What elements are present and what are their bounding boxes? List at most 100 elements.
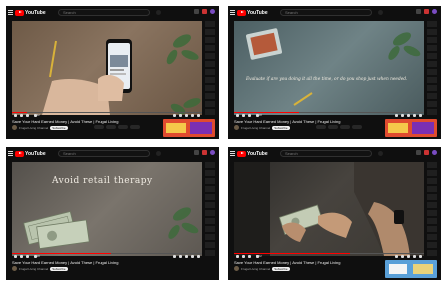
avatar[interactable]	[210, 9, 215, 14]
miniplayer-icon[interactable]	[191, 255, 194, 258]
top-bar: YouTube Search	[228, 147, 441, 160]
notifications-icon[interactable]	[424, 150, 429, 155]
ad-banner[interactable]	[385, 119, 437, 137]
next-icon[interactable]	[242, 255, 245, 258]
settings-icon[interactable]	[185, 114, 188, 117]
volume-icon[interactable]	[248, 255, 251, 258]
search-input[interactable]: Search	[280, 9, 372, 16]
video-player[interactable]: Evaluate if are you doing it all the tim…	[234, 21, 424, 115]
fullscreen-icon[interactable]	[197, 255, 200, 258]
channel-avatar[interactable]	[12, 266, 17, 271]
autoplay-toggle[interactable]	[173, 255, 176, 258]
create-icon[interactable]	[194, 9, 199, 14]
autoplay-toggle[interactable]	[173, 114, 176, 117]
channel-name[interactable]: Frugal Living Channel	[19, 267, 48, 271]
captions-icon[interactable]	[401, 255, 404, 258]
youtube-logo[interactable]: YouTube	[15, 150, 46, 157]
settings-icon[interactable]	[185, 255, 188, 258]
progress-bar[interactable]	[12, 112, 202, 113]
avatar[interactable]	[432, 150, 437, 155]
next-icon[interactable]	[20, 114, 23, 117]
mic-icon[interactable]	[156, 151, 161, 156]
ad-banner[interactable]	[385, 260, 437, 278]
fullscreen-icon[interactable]	[419, 114, 422, 117]
channel-name[interactable]: Frugal Living Channel	[19, 126, 48, 130]
volume-icon[interactable]	[26, 255, 29, 258]
menu-icon[interactable]	[230, 151, 235, 156]
notifications-icon[interactable]	[202, 9, 207, 14]
autoplay-toggle[interactable]	[395, 255, 398, 258]
miniplayer-icon[interactable]	[413, 255, 416, 258]
search-input[interactable]: Search	[58, 9, 150, 16]
subscribe-button[interactable]: Subscribe	[272, 266, 290, 271]
play-icon[interactable]	[236, 255, 239, 258]
share-button[interactable]	[328, 125, 338, 129]
settings-icon[interactable]	[407, 114, 410, 117]
volume-icon[interactable]	[248, 114, 251, 117]
autoplay-toggle[interactable]	[395, 114, 398, 117]
video-title: Save Your Hard Earned Money | Avoid Thes…	[12, 119, 119, 124]
video-frame	[42, 34, 201, 115]
fullscreen-icon[interactable]	[197, 114, 200, 117]
youtube-logo[interactable]: YouTube	[237, 150, 268, 157]
progress-bar[interactable]	[234, 112, 424, 113]
video-player[interactable]	[12, 21, 202, 115]
menu-icon[interactable]	[8, 10, 13, 15]
subscribe-button[interactable]: Subscribe	[50, 125, 68, 130]
settings-icon[interactable]	[407, 255, 410, 258]
side-rail	[205, 162, 215, 256]
progress-bar[interactable]	[12, 253, 202, 254]
create-icon[interactable]	[416, 150, 421, 155]
captions-icon[interactable]	[179, 255, 182, 258]
channel-avatar[interactable]	[12, 125, 17, 130]
next-icon[interactable]	[242, 114, 245, 117]
progress-bar[interactable]	[234, 253, 424, 254]
miniplayer-icon[interactable]	[191, 114, 194, 117]
youtube-logo[interactable]: YouTube	[237, 9, 268, 16]
video-frame	[234, 162, 424, 256]
more-button[interactable]	[130, 125, 140, 129]
like-button[interactable]	[316, 125, 326, 129]
share-button[interactable]	[106, 125, 116, 129]
avatar[interactable]	[432, 9, 437, 14]
notifications-icon[interactable]	[424, 9, 429, 14]
mic-icon[interactable]	[378, 151, 383, 156]
channel-name[interactable]: Frugal Living Channel	[241, 126, 270, 130]
youtube-logo[interactable]: YouTube	[15, 9, 46, 16]
menu-icon[interactable]	[230, 10, 235, 15]
create-icon[interactable]	[416, 9, 421, 14]
channel-name[interactable]: Frugal Living Channel	[241, 267, 270, 271]
subscribe-button[interactable]: Subscribe	[272, 125, 290, 130]
captions-icon[interactable]	[179, 114, 182, 117]
player-controls: 0:42	[12, 112, 202, 117]
search-input[interactable]: Search	[280, 150, 372, 157]
subscribe-button[interactable]: Subscribe	[50, 266, 68, 271]
more-button[interactable]	[352, 125, 362, 129]
volume-icon[interactable]	[26, 114, 29, 117]
avatar[interactable]	[210, 150, 215, 155]
save-button[interactable]	[340, 125, 350, 129]
channel-avatar[interactable]	[234, 266, 239, 271]
video-player[interactable]	[234, 162, 424, 256]
create-icon[interactable]	[194, 150, 199, 155]
miniplayer-icon[interactable]	[413, 114, 416, 117]
notifications-icon[interactable]	[202, 150, 207, 155]
side-rail	[427, 21, 437, 115]
captions-icon[interactable]	[401, 114, 404, 117]
save-button[interactable]	[118, 125, 128, 129]
channel-avatar[interactable]	[234, 125, 239, 130]
like-button[interactable]	[94, 125, 104, 129]
video-player[interactable]: Avoid retail therapy	[12, 162, 202, 256]
play-icon[interactable]	[236, 114, 239, 117]
ad-banner[interactable]	[163, 119, 215, 137]
play-icon[interactable]	[14, 255, 17, 258]
play-icon[interactable]	[14, 114, 17, 117]
ad-image	[385, 119, 437, 137]
ad-image	[385, 260, 437, 278]
next-icon[interactable]	[20, 255, 23, 258]
search-input[interactable]: Search	[58, 150, 150, 157]
fullscreen-icon[interactable]	[419, 255, 422, 258]
mic-icon[interactable]	[378, 10, 383, 15]
mic-icon[interactable]	[156, 10, 161, 15]
menu-icon[interactable]	[8, 151, 13, 156]
